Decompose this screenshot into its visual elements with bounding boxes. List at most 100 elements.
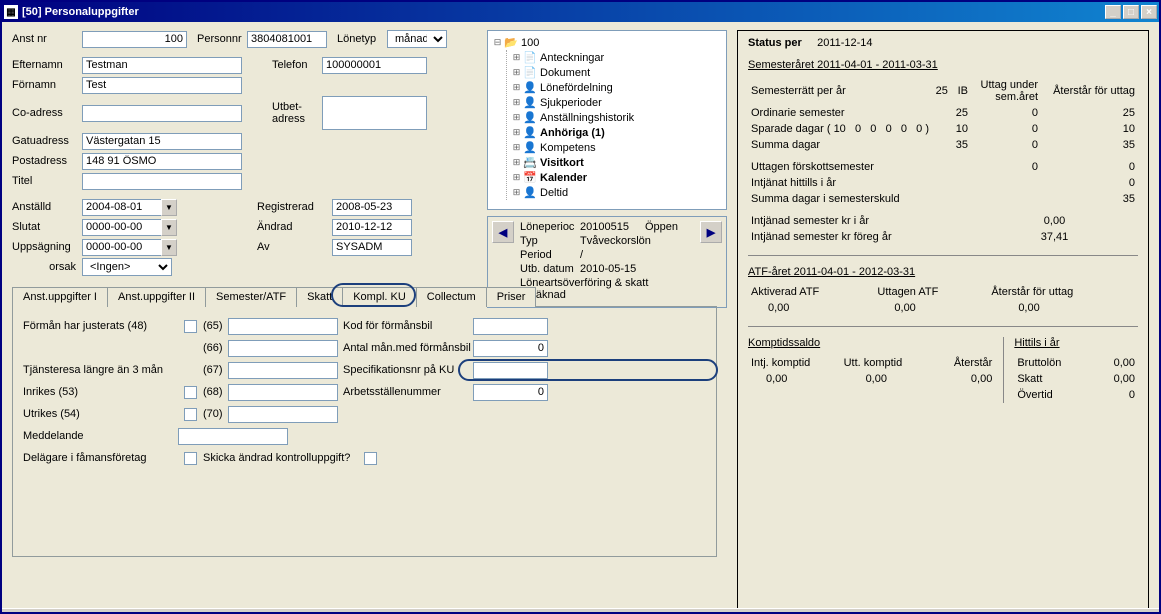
tree-item[interactable]: ⊞📅Kalender — [511, 170, 722, 185]
tree-expand-icon[interactable]: ⊞ — [511, 172, 522, 183]
tab-anst-2[interactable]: Anst.uppgifter II — [107, 287, 206, 307]
tree-view[interactable]: ⊟ 📂 100 ⊞📄Anteckningar⊞📄Dokument⊞👤Lönefö… — [487, 30, 727, 210]
ku-67-field[interactable] — [228, 362, 338, 379]
delagare-checkbox[interactable] — [184, 452, 197, 465]
utbet-field[interactable] — [322, 96, 427, 130]
prev-period-button[interactable]: ◀ — [492, 221, 514, 243]
tab-semester-atf[interactable]: Semester/ATF — [205, 287, 297, 307]
lonetyp-select[interactable]: månad — [387, 30, 447, 48]
gatuadress-field[interactable] — [82, 133, 242, 150]
tree-item[interactable]: ⊞👤Anställningshistorik — [511, 110, 722, 125]
summa-label: Summa dagar — [748, 137, 951, 153]
uppsagning-field[interactable] — [82, 239, 162, 256]
ku-70-field[interactable] — [228, 406, 338, 423]
telefon-field[interactable] — [322, 57, 427, 74]
close-button[interactable]: × — [1141, 5, 1157, 19]
sparade-label: Sparade dagar ( 10 0 0 0 0 0 ) — [748, 121, 951, 137]
status-panel: Status per 2011-12-14 Semesteråret 2011-… — [737, 30, 1149, 608]
tree-node-icon: 📄 — [522, 66, 538, 79]
ku-65-field[interactable] — [228, 318, 338, 335]
komp-aterstar-value: 0,00 — [932, 371, 995, 387]
tab-strip: Anst.uppgifter I Anst.uppgifter II Semes… — [12, 286, 717, 307]
komp-intj-value: 0,00 — [748, 371, 841, 387]
atf-uttagen-label: Uttagen ATF — [874, 284, 988, 300]
intjanat-label: Intjänat hittills i år — [748, 175, 951, 191]
tree-collapse-icon[interactable]: ⊟ — [492, 37, 503, 48]
tree-expand-icon[interactable]: ⊞ — [511, 157, 522, 168]
tree-item[interactable]: ⊞👤Lönefördelning — [511, 80, 722, 95]
tree-node-label: Anställningshistorik — [540, 112, 634, 124]
utrikes-checkbox[interactable] — [184, 408, 197, 421]
delagare-label: Delägare i fåmansföretag — [23, 452, 178, 464]
tree-item[interactable]: ⊞👤Kompetens — [511, 140, 722, 155]
minimize-button[interactable]: _ — [1105, 5, 1121, 19]
ku-68-field[interactable] — [228, 384, 338, 401]
meddelande-field[interactable] — [178, 428, 288, 445]
tab-skatt[interactable]: Skatt — [296, 287, 343, 307]
col-uttag: Uttag under sem.året — [971, 77, 1041, 105]
next-period-button[interactable]: ▶ — [700, 221, 722, 243]
andrad-label: Ändrad — [257, 221, 332, 233]
av-field[interactable] — [332, 239, 412, 256]
av-label: Av — [257, 241, 332, 253]
skicka-checkbox[interactable] — [364, 452, 377, 465]
tree-root[interactable]: ⊟ 📂 100 — [492, 35, 722, 50]
tab-priser[interactable]: Priser — [486, 287, 537, 307]
anstalld-field[interactable] — [82, 199, 162, 216]
tab-kompl-ku-label: Kompl. KU — [353, 291, 406, 303]
postadress-field[interactable] — [82, 153, 242, 170]
coadress-label: Co-adress — [12, 107, 82, 119]
tree-item[interactable]: ⊞👤Deltid — [511, 185, 722, 200]
window-controls: _ □ × — [1105, 5, 1157, 19]
coadress-field[interactable] — [82, 105, 242, 122]
tree-item[interactable]: ⊞📄Anteckningar — [511, 50, 722, 65]
slutat-dropdown[interactable]: ▼ — [161, 219, 177, 236]
tree-node-label: Visitkort — [540, 157, 584, 169]
antal-man-field[interactable] — [473, 340, 548, 357]
titel-field[interactable] — [82, 173, 242, 190]
summa-aterstar: 35 — [1041, 137, 1138, 153]
tree-expand-icon[interactable]: ⊞ — [511, 52, 522, 63]
arbetsstalle-field[interactable] — [473, 384, 548, 401]
tree-item[interactable]: ⊞👤Anhöriga (1) — [511, 125, 722, 140]
tree-expand-icon[interactable]: ⊞ — [511, 187, 522, 198]
tree-item[interactable]: ⊞👤Sjukperioder — [511, 95, 722, 110]
forman-checkbox[interactable] — [184, 320, 197, 333]
overtid-label: Övertid — [1014, 387, 1094, 403]
inrikes-label: Inrikes (53) — [23, 386, 178, 398]
tree-item[interactable]: ⊞📇Visitkort — [511, 155, 722, 170]
atf-table: Aktiverad ATF Uttagen ATF Återstår för u… — [748, 284, 1138, 316]
tree-item[interactable]: ⊞📄Dokument — [511, 65, 722, 80]
uppsagning-dropdown[interactable]: ▼ — [161, 239, 177, 256]
tree-expand-icon[interactable]: ⊞ — [511, 97, 522, 108]
tree-expand-icon[interactable]: ⊞ — [511, 82, 522, 93]
tree-expand-icon[interactable]: ⊞ — [511, 142, 522, 153]
lonetyp-label: Lönetyp — [337, 33, 387, 45]
tree-expand-icon[interactable]: ⊞ — [511, 127, 522, 138]
tab-collectum[interactable]: Collectum — [416, 287, 487, 307]
efternamn-field[interactable] — [82, 57, 242, 74]
tab-kompl-ku[interactable]: Kompl. KU — [342, 287, 417, 307]
registrerad-field[interactable] — [332, 199, 412, 216]
semester-table: Semesterrätt per år 25 IB Uttag under se… — [748, 77, 1138, 245]
personnr-label: Personnr — [197, 33, 247, 45]
skicka-label: Skicka ändrad kontrolluppgift? — [203, 452, 358, 464]
anst-nr-field[interactable] — [82, 31, 187, 48]
personnr-field[interactable] — [247, 31, 327, 48]
maximize-button[interactable]: □ — [1123, 5, 1139, 19]
fornamn-field[interactable] — [82, 77, 242, 94]
kod-formansbil-field[interactable] — [473, 318, 548, 335]
inrikes-checkbox[interactable] — [184, 386, 197, 399]
period-label: Period — [520, 249, 580, 261]
tab-anst-1[interactable]: Anst.uppgifter I — [12, 287, 108, 307]
brutto-label: Bruttolön — [1014, 355, 1094, 371]
anstalld-dropdown[interactable]: ▼ — [161, 199, 177, 216]
slutat-field[interactable] — [82, 219, 162, 236]
andrad-field[interactable] — [332, 219, 412, 236]
orsak-select[interactable]: <Ingen> — [82, 258, 172, 276]
ku-66-field[interactable] — [228, 340, 338, 357]
tree-expand-icon[interactable]: ⊞ — [511, 67, 522, 78]
col-aterstar: Återstår för uttag — [1041, 77, 1138, 105]
specnr-field[interactable] — [473, 362, 548, 379]
tree-expand-icon[interactable]: ⊞ — [511, 112, 522, 123]
